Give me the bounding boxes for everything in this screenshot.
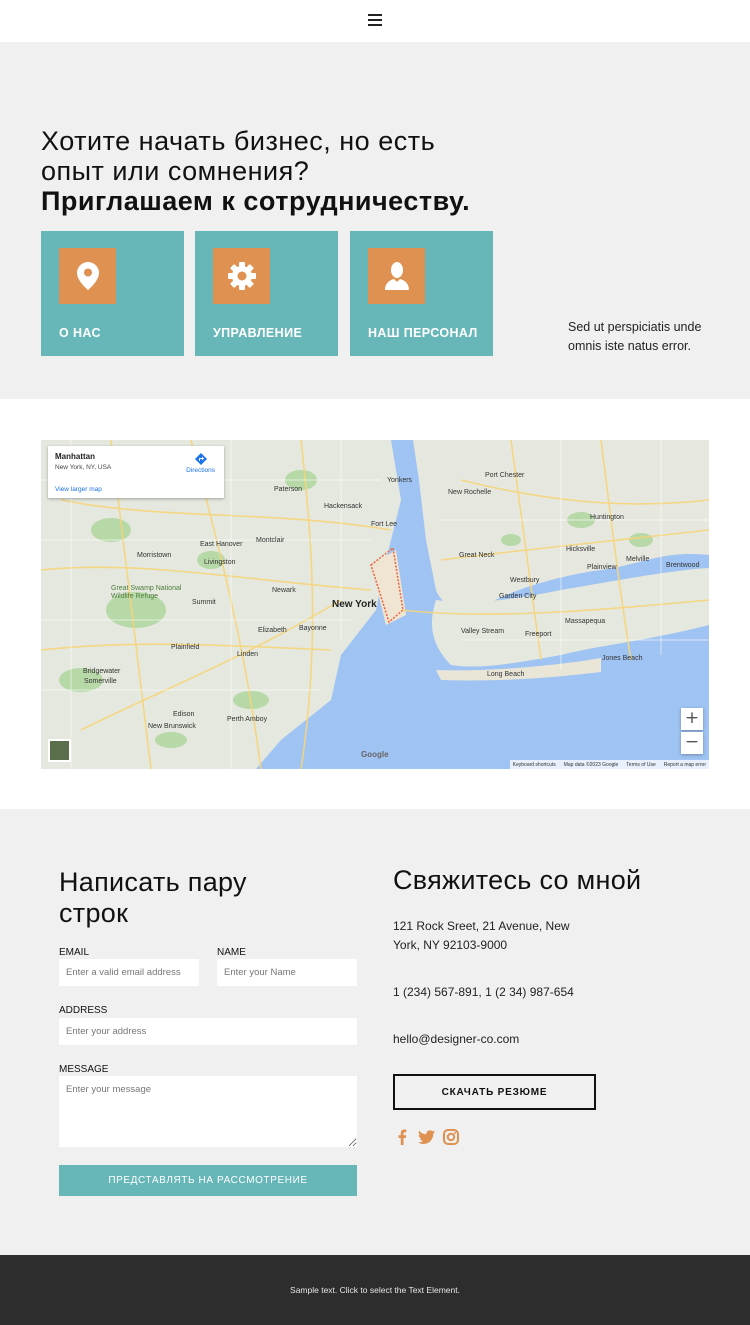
terms-link[interactable]: Terms of Use	[626, 762, 655, 768]
name-label: NAME	[217, 947, 246, 958]
zoom-out-button[interactable]: −	[681, 732, 703, 754]
contact-info-title: Свяжитесь со мной	[393, 865, 642, 895]
top-navbar	[0, 0, 750, 42]
card-label: УПРАВЛЕНИЕ	[213, 326, 303, 340]
map-label-great-neck: Great Neck	[459, 552, 495, 559]
contact-phones: 1 (234) 567-891, 1 (2 34) 987-654	[393, 985, 574, 999]
card-management[interactable]: УПРАВЛЕНИЕ	[195, 231, 338, 356]
map-label-freeport: Freeport	[525, 631, 552, 638]
map-label-new-york: New York	[332, 599, 377, 610]
directions-button[interactable]: Directions	[186, 453, 215, 474]
instagram-icon[interactable]	[442, 1128, 460, 1146]
map-label-linden: Linden	[237, 651, 259, 658]
map-label-newark: Newark	[272, 587, 296, 594]
form-title: Написать пару строк	[59, 867, 247, 928]
map-label-perth-amboy: Perth Amboy	[227, 716, 268, 723]
map-label-great-swamp: Great Swamp National Wildlife Refuge	[111, 585, 182, 600]
address-field[interactable]	[59, 1018, 357, 1045]
map-label-livingston: Livingston	[204, 559, 236, 566]
submit-button[interactable]: ПРЕДСТАВЛЯТЬ НА РАССМОТРЕНИЕ	[59, 1165, 357, 1196]
map-data-text: Map data ©2023 Google	[563, 762, 619, 768]
message-field[interactable]	[59, 1076, 357, 1147]
directions-label: Directions	[186, 467, 215, 474]
hamburger-icon[interactable]	[368, 14, 382, 26]
contact-section: Написать пару строк EMAIL NAME ADDRESS M…	[0, 809, 750, 1255]
hero-title-line2: опыт или сомнения?	[41, 156, 310, 186]
map-label-plainview: Plainview	[587, 564, 617, 571]
map-label-huntington: Huntington	[590, 514, 624, 521]
map-label-massapequa: Massapequa	[565, 618, 606, 625]
map-label-plainfield: Plainfield	[171, 644, 200, 651]
name-field[interactable]	[217, 959, 357, 986]
map-label-hackensack: Hackensack	[324, 503, 363, 510]
hero-title-bold: Приглашаем к сотрудничеству.	[41, 186, 471, 216]
map-label-bayonne: Bayonne	[299, 625, 327, 632]
map-label-morristown: Morristown	[137, 552, 172, 559]
facebook-icon[interactable]	[393, 1128, 411, 1146]
download-resume-button[interactable]: СКАЧАТЬ РЕЗЮМЕ	[393, 1074, 596, 1110]
contact-address: 121 Rock Sreet, 21 Avenue, New York, NY …	[393, 919, 570, 952]
card-label: НАШ ПЕРСОНАЛ	[368, 326, 478, 340]
hero-section: Хотите начать бизнес, но есть опыт или с…	[0, 42, 750, 399]
zoom-in-button[interactable]: +	[681, 708, 703, 730]
contact-email[interactable]: hello@designer-co.com	[393, 1030, 643, 1049]
map-label-edison: Edison	[173, 711, 195, 718]
card-staff[interactable]: НАШ ПЕРСОНАЛ	[350, 231, 493, 356]
map-label-east-hanover: East Hanover	[200, 541, 243, 548]
card-about[interactable]: О НАС	[41, 231, 184, 356]
map-label-westbury: Westbury	[510, 577, 540, 584]
map-label-montclair: Montclair	[256, 537, 285, 544]
hero-title: Хотите начать бизнес, но есть опыт или с…	[41, 126, 561, 216]
map-label-yonkers: Yonkers	[387, 477, 413, 484]
map-label-new-brunswick: New Brunswick	[148, 723, 196, 730]
map-footer: Keyboard shortcuts Map data ©2023 Google…	[509, 760, 709, 769]
satellite-toggle[interactable]	[48, 739, 71, 762]
directions-icon	[194, 453, 207, 465]
address-label: ADDRESS	[59, 1005, 108, 1016]
map-label-somerville: Somerville	[84, 678, 117, 685]
google-logo: Google	[361, 750, 389, 759]
map-label-new-rochelle: New Rochelle	[448, 489, 492, 496]
map-label-brentwood: Brentwood	[666, 562, 700, 569]
embedded-map[interactable]: New York Newark Yonkers Paterson Hackens…	[41, 440, 709, 769]
map-label-hicksville: Hicksville	[566, 546, 596, 553]
view-larger-map-link[interactable]: View larger map	[55, 486, 102, 493]
map-label-fort-lee: Fort Lee	[371, 521, 398, 528]
map-label-melville: Melville	[626, 556, 650, 563]
footer-text: Sample text. Click to select the Text El…	[290, 1285, 460, 1295]
map-info-card: Manhattan New York, NY, USA View larger …	[48, 446, 224, 498]
map-label-valley-stream: Valley Stream	[461, 628, 505, 635]
card-label: О НАС	[59, 326, 101, 340]
email-label: EMAIL	[59, 947, 90, 958]
email-field[interactable]	[59, 959, 199, 986]
gear-icon	[213, 248, 270, 304]
report-error-link[interactable]: Report a map error	[664, 762, 706, 768]
map-label-paterson: Paterson	[274, 486, 303, 493]
map-label-long-beach: Long Beach	[487, 671, 525, 678]
map-section: New York Newark Yonkers Paterson Hackens…	[0, 399, 750, 809]
person-icon	[368, 248, 425, 304]
map-label-garden-city: Garden City	[499, 593, 537, 600]
map-label-jones-beach: Jones Beach	[602, 655, 643, 662]
map-label-port-chester: Port Chester	[485, 472, 525, 479]
page-footer: Sample text. Click to select the Text El…	[0, 1255, 750, 1325]
hero-side-text: Sed ut perspiciatis unde omnis iste natu…	[568, 320, 702, 353]
map-label-elizabeth: Elizabeth	[258, 627, 287, 634]
twitter-icon[interactable]	[417, 1128, 435, 1146]
message-label: MESSAGE	[59, 1064, 109, 1075]
location-pin-icon	[59, 248, 116, 304]
map-label-bridgewater: Bridgewater	[83, 668, 121, 675]
map-label-summit: Summit	[192, 599, 216, 606]
hero-title-line1: Хотите начать бизнес, но есть	[41, 126, 436, 156]
keyboard-shortcuts-link[interactable]: Keyboard shortcuts	[513, 762, 556, 768]
